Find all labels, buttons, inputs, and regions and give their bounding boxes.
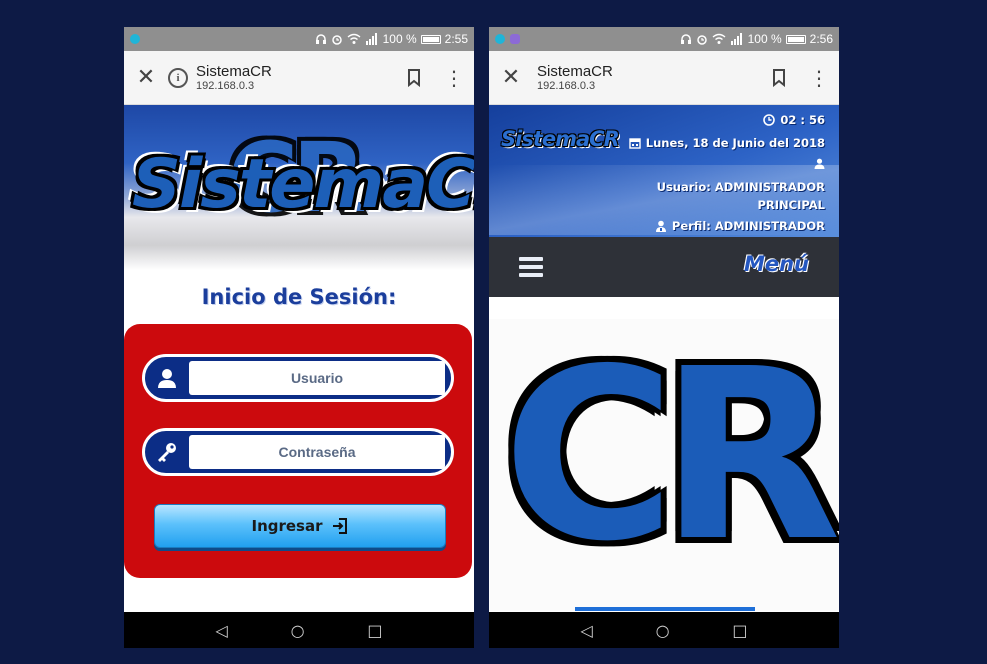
page-url: 192.168.0.3 bbox=[537, 79, 596, 92]
header-clock-text: 02 : 56 bbox=[780, 113, 825, 127]
app-notification-icon bbox=[495, 34, 505, 44]
calendar-icon bbox=[629, 138, 641, 149]
android-nav-bar: ◁ ○ □ bbox=[489, 612, 839, 648]
hero-bottom-strip bbox=[575, 607, 755, 611]
sistemacr-logo: SistemaCR bbox=[132, 145, 474, 224]
clock-time: 2:56 bbox=[809, 32, 833, 46]
login-phone-screen: 100 % 2:55 ✕ i SistemaCR 192.168.0.3 ⋮ C… bbox=[124, 27, 474, 648]
login-title: Inicio de Sesión: bbox=[201, 285, 397, 309]
header-user-line1: Usuario: ADMINISTRADOR bbox=[656, 180, 825, 194]
username-field-row: Usuario bbox=[142, 354, 454, 402]
status-bar: 100 % 2:55 bbox=[124, 27, 474, 51]
back-button[interactable]: ◁ bbox=[580, 621, 592, 640]
user-icon bbox=[814, 158, 825, 169]
bookmark-icon[interactable] bbox=[394, 68, 434, 87]
username-input[interactable]: Usuario bbox=[189, 361, 445, 395]
headphones-icon bbox=[680, 34, 691, 44]
cr-hero-logo: CR bbox=[502, 318, 839, 593]
hero-logo-panel: CR bbox=[489, 319, 839, 611]
login-banner: CR SistemaCR bbox=[124, 105, 474, 270]
page-title: SistemaCR bbox=[537, 62, 613, 80]
menu-label[interactable]: Menú bbox=[744, 252, 809, 276]
browser-toolbar: ✕ SistemaCR 192.168.0.3 ⋮ bbox=[489, 51, 839, 105]
clock-icon bbox=[763, 114, 776, 126]
overflow-menu-icon[interactable]: ⋮ bbox=[799, 68, 839, 88]
alarm-icon bbox=[331, 35, 342, 45]
password-field-row: Contraseña bbox=[142, 428, 454, 476]
home-button[interactable]: ○ bbox=[291, 621, 305, 640]
android-nav-bar: ◁ ○ □ bbox=[124, 612, 474, 648]
battery-percent: 100 % bbox=[747, 32, 782, 46]
close-tab-button[interactable]: ✕ bbox=[124, 65, 168, 90]
header-profile-text: Perfil: ADMINISTRADOR bbox=[671, 219, 825, 233]
recents-button[interactable]: □ bbox=[367, 621, 382, 640]
app-notification-icon bbox=[130, 34, 140, 44]
home-button[interactable]: ○ bbox=[656, 621, 670, 640]
profile-icon bbox=[655, 220, 666, 232]
hamburger-menu-icon[interactable] bbox=[519, 257, 543, 277]
wifi-icon bbox=[712, 33, 726, 44]
sign-in-icon bbox=[332, 518, 347, 534]
battery-percent: 100 % bbox=[382, 32, 417, 46]
key-icon bbox=[151, 437, 183, 467]
header-user-line2: PRINCIPAL bbox=[757, 198, 825, 212]
bookmark-icon[interactable] bbox=[759, 68, 799, 87]
close-tab-button[interactable]: ✕ bbox=[489, 65, 533, 90]
header-user-icon-row bbox=[814, 158, 825, 169]
battery-icon bbox=[785, 34, 806, 44]
header-clock: 02 : 56 bbox=[763, 113, 825, 127]
headphones-icon bbox=[315, 34, 326, 44]
browser-title-block: SistemaCR 192.168.0.3 bbox=[537, 63, 759, 93]
header-profile: Perfil: ADMINISTRADOR bbox=[655, 219, 825, 233]
dashboard-phone-screen: 100 % 2:56 ✕ SistemaCR 192.168.0.3 ⋮ Sis… bbox=[489, 27, 839, 648]
dashboard-header: SistemaCR 02 : 56 Lunes, 18 de Junio del… bbox=[489, 105, 839, 237]
recents-button[interactable]: □ bbox=[732, 621, 747, 640]
header-date-text: Lunes, 18 de Junio del 2018 bbox=[645, 136, 825, 150]
back-button[interactable]: ◁ bbox=[215, 621, 227, 640]
login-submit-label: Ingresar bbox=[251, 517, 323, 535]
battery-icon bbox=[420, 34, 441, 44]
header-date: Lunes, 18 de Junio del 2018 bbox=[629, 136, 825, 150]
browser-toolbar: ✕ i SistemaCR 192.168.0.3 ⋮ bbox=[124, 51, 474, 105]
sistemacr-logo-small: SistemaCR bbox=[501, 127, 620, 151]
app-notification-icon-2 bbox=[510, 34, 520, 44]
overflow-menu-icon[interactable]: ⋮ bbox=[434, 68, 474, 88]
password-input[interactable]: Contraseña bbox=[189, 435, 445, 469]
status-bar: 100 % 2:56 bbox=[489, 27, 839, 51]
menu-bar: Menú bbox=[489, 237, 839, 297]
login-form-panel: Usuario Contraseña Ingresar bbox=[124, 324, 472, 578]
clock-time: 2:55 bbox=[444, 32, 468, 46]
login-submit-button[interactable]: Ingresar bbox=[154, 504, 446, 548]
site-info-icon[interactable]: i bbox=[168, 67, 188, 88]
signal-icon bbox=[730, 33, 742, 45]
browser-title-block: SistemaCR 192.168.0.3 bbox=[196, 63, 394, 93]
wifi-icon bbox=[347, 33, 361, 44]
alarm-icon bbox=[696, 35, 707, 45]
page-url: 192.168.0.3 bbox=[196, 79, 255, 92]
signal-icon bbox=[365, 33, 377, 45]
user-icon bbox=[151, 363, 183, 393]
page-title: SistemaCR bbox=[196, 62, 272, 80]
